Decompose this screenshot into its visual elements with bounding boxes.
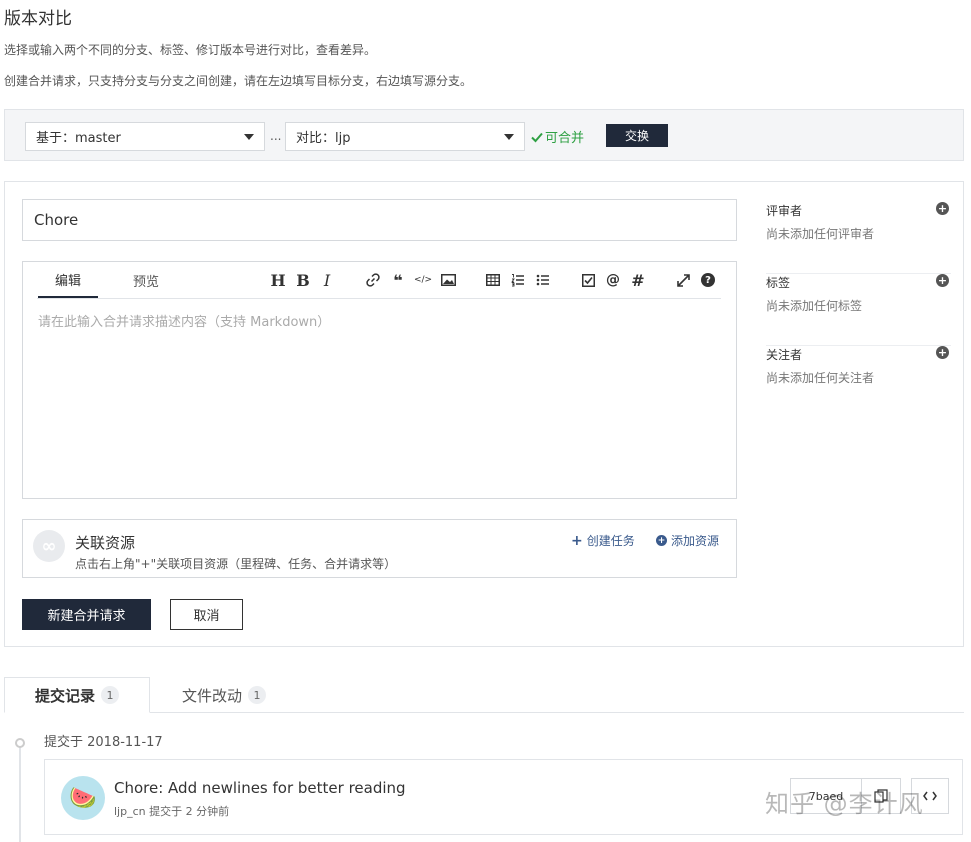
add-resource-link[interactable]: + 添加资源 <box>656 532 719 549</box>
plus-icon: + <box>571 532 583 549</box>
changes-count-badge: 1 <box>248 686 267 704</box>
commit-tabs: 提交记录 1 文件改动 1 <box>4 677 964 713</box>
create-task-link[interactable]: + 创建任务 <box>571 532 635 549</box>
page-title: 版本对比 <box>4 9 72 29</box>
commit-meta: ljp_cn 提交于 2 分钟前 <box>114 805 230 818</box>
tab-edit[interactable]: 编辑 <box>38 262 98 298</box>
title-input[interactable] <box>22 199 737 241</box>
fullscreen-icon[interactable] <box>673 270 693 290</box>
plus-circle-icon: + <box>656 535 667 546</box>
code-browse-icon <box>923 791 937 801</box>
reviewers-empty: 尚未添加任何评审者 <box>766 227 875 241</box>
commit-message[interactable]: Chore: Add newlines for better reading <box>114 779 406 797</box>
italic-icon[interactable]: I <box>317 270 337 290</box>
page-description: 选择或输入两个不同的分支、标签、修订版本号进行对比，查看差异。 <box>4 43 377 57</box>
chevron-down-icon <box>244 133 254 140</box>
related-title: 关联资源 <box>75 534 136 552</box>
avatar: 🍉 <box>61 776 105 820</box>
compare-separator: ... <box>270 129 282 143</box>
infinity-icon: ∞ <box>33 530 65 562</box>
add-reviewer-icon[interactable]: + <box>936 202 949 215</box>
commit-date-label: 提交于 2018-11-17 <box>44 735 163 750</box>
watchers-title: 关注者 <box>766 348 803 362</box>
chevron-down-icon <box>504 133 514 140</box>
swap-button[interactable]: 交换 <box>606 124 668 147</box>
hashtag-icon[interactable]: # <box>628 270 648 290</box>
timeline-dot-icon <box>15 738 25 748</box>
help-icon[interactable]: ? <box>698 270 718 290</box>
unordered-list-icon[interactable] <box>533 270 553 290</box>
add-watcher-icon[interactable]: + <box>936 346 949 359</box>
merge-request-form: 编辑 预览 H B I ❝ </> @ # ? <box>4 181 964 647</box>
cancel-button[interactable]: 取消 <box>170 599 243 630</box>
table-icon[interactable] <box>483 270 503 290</box>
quote-icon[interactable]: ❝ <box>388 270 408 290</box>
compare-bar: 基于：master ... 对比：ljp 可合并 交换 <box>4 109 964 161</box>
toolbar-divider <box>37 298 721 299</box>
image-icon[interactable] <box>438 270 458 290</box>
mention-icon[interactable]: @ <box>603 270 623 290</box>
description-textarea[interactable]: 请在此输入合并请求描述内容（支持 Markdown） <box>38 311 330 330</box>
tab-preview[interactable]: 预览 <box>116 262 176 298</box>
base-branch-label: 基于：master <box>36 131 121 146</box>
bold-icon[interactable]: B <box>293 270 313 290</box>
link-icon[interactable] <box>363 270 383 290</box>
reviewers-section: 评审者 + 尚未添加任何评审者 <box>766 202 951 274</box>
related-hint: 点击右上角"+"关联项目资源（里程碑、任务、合并请求等） <box>75 557 397 571</box>
commits-count-badge: 1 <box>101 686 120 704</box>
compare-branch-select[interactable]: 对比：ljp <box>285 122 525 151</box>
page-description-merge: 创建合并请求，只支持分支与分支之间创建，请在左边填写目标分支，右边填写源分支。 <box>4 74 473 88</box>
watermark: 知乎 @李计风 <box>765 790 924 818</box>
timeline-line <box>19 745 21 842</box>
mergeable-status: 可合并 <box>531 127 584 146</box>
create-merge-request-button[interactable]: 新建合并请求 <box>22 599 151 630</box>
labels-empty: 尚未添加任何标签 <box>766 299 863 313</box>
watchers-section: 关注者 + 尚未添加任何关注者 <box>766 346 951 418</box>
related-resources: ∞ 关联资源 点击右上角"+"关联项目资源（里程碑、任务、合并请求等） + 创建… <box>22 519 737 578</box>
heading-icon[interactable]: H <box>268 270 288 290</box>
labels-title: 标签 <box>766 276 791 290</box>
base-branch-select[interactable]: 基于：master <box>25 122 265 151</box>
check-icon <box>531 132 543 142</box>
mergeable-text: 可合并 <box>545 131 585 146</box>
tab-commits[interactable]: 提交记录 1 <box>4 677 151 713</box>
task-list-icon[interactable] <box>578 270 598 290</box>
description-editor: 编辑 预览 H B I ❝ </> @ # ? 请在此输入合并请求描述内容（支持… <box>22 261 737 499</box>
tab-file-changes[interactable]: 文件改动 1 <box>152 677 296 713</box>
ordered-list-icon[interactable] <box>508 270 528 290</box>
compare-branch-label: 对比：ljp <box>296 131 351 146</box>
code-icon[interactable]: </> <box>413 270 433 290</box>
watchers-empty: 尚未添加任何关注者 <box>766 371 875 385</box>
reviewers-title: 评审者 <box>766 204 803 218</box>
labels-section: 标签 + 尚未添加任何标签 <box>766 274 951 346</box>
add-label-icon[interactable]: + <box>936 274 949 287</box>
